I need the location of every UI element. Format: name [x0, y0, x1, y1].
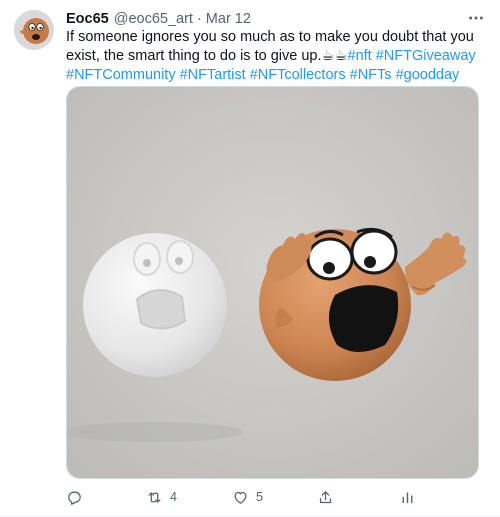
hashtag-nfts[interactable]: #NFTs [350, 67, 392, 83]
more-options-button[interactable] [466, 8, 486, 28]
like-count: 5 [256, 490, 263, 504]
hashtag-nftartist[interactable]: #NFTartist [180, 67, 246, 83]
retweet-count: 4 [170, 490, 177, 504]
hashtag-nftcommunity[interactable]: #NFTCommunity [66, 67, 176, 83]
hashtag-goodday[interactable]: #goodday [396, 67, 460, 83]
tweet-text: If someone ignores you so much as to mak… [66, 28, 486, 85]
coffee-emoji: ☕☕ [321, 48, 348, 64]
hashtag-nftcollectors[interactable]: #NFTcollectors [250, 67, 346, 83]
separator-dot: · [196, 11, 202, 27]
author-display-name[interactable]: Eoc65 [66, 10, 109, 28]
heart-icon [234, 491, 247, 504]
hashtag-nftgiveaway[interactable]: #NFTGiveaway [376, 48, 476, 64]
analytics-button[interactable] [399, 485, 416, 509]
tweet-header: Eoc65 @eoc65_art · Mar 12 [66, 10, 251, 28]
retweet-button[interactable]: 4 [146, 485, 177, 509]
avatar[interactable] [14, 10, 54, 50]
share-icon [319, 490, 332, 503]
author-handle[interactable]: @eoc65_art [114, 10, 193, 28]
tweet-date[interactable]: Mar 12 [206, 10, 251, 28]
analytics-icon [402, 492, 413, 503]
reply-icon [68, 491, 81, 505]
white-face [83, 233, 227, 377]
hashtag-nft[interactable]: #nft [348, 48, 372, 64]
retweet-icon [148, 491, 161, 503]
share-button[interactable] [317, 485, 334, 509]
more-icon [469, 16, 483, 20]
tweet-media[interactable] [66, 86, 479, 479]
tweet-actions: 4 5 [66, 485, 480, 509]
reply-button[interactable] [66, 485, 83, 509]
media-image [67, 87, 478, 478]
tweet: Eoc65 @eoc65_art · Mar 12 If someone ign… [0, 0, 500, 517]
like-button[interactable]: 5 [232, 485, 263, 509]
avatar-image [14, 10, 54, 50]
